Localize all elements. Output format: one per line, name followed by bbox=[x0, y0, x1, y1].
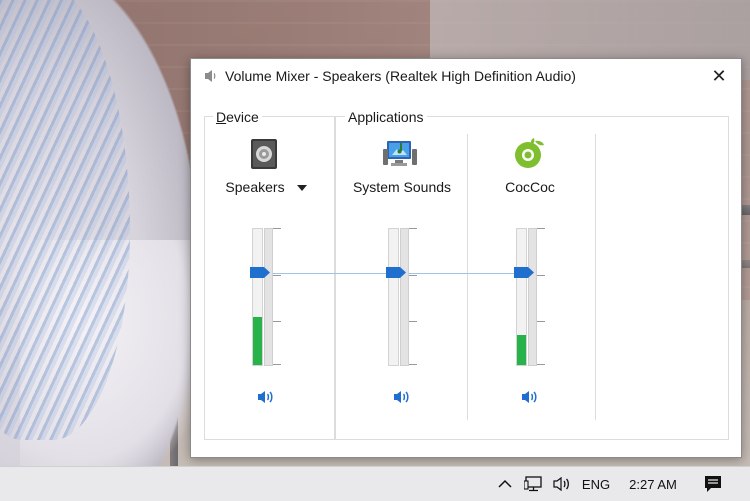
volume-icon bbox=[553, 476, 569, 492]
volume-slider-thumb[interactable] bbox=[514, 267, 534, 279]
device-group-label: Device bbox=[213, 109, 262, 125]
action-center-button[interactable] bbox=[698, 467, 728, 501]
volume-slider-thumb[interactable] bbox=[386, 267, 406, 279]
chevron-down-icon bbox=[296, 185, 307, 192]
peak-meter bbox=[388, 228, 399, 366]
slider-tick bbox=[273, 228, 281, 229]
clock-button[interactable]: 2:27 AM bbox=[620, 467, 686, 501]
taskbar: ENG 2:27 AM bbox=[0, 466, 750, 501]
volume-mixer-window: Volume Mixer - Speakers (Realtek High De… bbox=[190, 58, 742, 458]
peak-meter bbox=[516, 228, 527, 366]
peak-meter-level bbox=[517, 335, 526, 365]
speaker-volume-icon bbox=[522, 391, 537, 403]
slider-tick bbox=[537, 321, 545, 322]
speaker-device-icon[interactable] bbox=[247, 137, 281, 171]
channel-separator bbox=[595, 134, 596, 420]
device-name: Speakers bbox=[225, 179, 285, 195]
title-bar[interactable]: Volume Mixer - Speakers (Realtek High De… bbox=[191, 59, 741, 93]
mute-button[interactable] bbox=[255, 387, 277, 407]
close-icon: ✕ bbox=[711, 65, 727, 86]
speaker-volume-icon bbox=[258, 391, 273, 403]
slider-tick bbox=[409, 228, 417, 229]
slider-tick bbox=[537, 364, 545, 365]
app-name: System Sounds bbox=[352, 179, 452, 195]
slider-tick bbox=[537, 228, 545, 229]
mute-button[interactable] bbox=[391, 387, 413, 407]
slider-tick bbox=[273, 321, 281, 322]
network-button[interactable] bbox=[520, 467, 548, 501]
speaker-icon bbox=[205, 70, 216, 82]
volume-slider-track[interactable] bbox=[528, 228, 537, 366]
volume-slider-thumb[interactable] bbox=[250, 267, 270, 279]
device-dropdown[interactable]: Speakers bbox=[201, 179, 331, 195]
window-title: Volume Mixer - Speakers (Realtek High De… bbox=[225, 68, 576, 84]
speaker-volume-icon bbox=[394, 391, 409, 403]
slider-tick bbox=[409, 275, 417, 276]
system-sounds-icon bbox=[383, 141, 417, 166]
channel-speakers: Speakers bbox=[201, 135, 331, 435]
peak-meter-level bbox=[253, 317, 262, 365]
coccoc-browser-icon bbox=[515, 138, 544, 168]
slider-tick bbox=[409, 364, 417, 365]
volume-button[interactable] bbox=[550, 467, 576, 501]
network-icon bbox=[524, 476, 542, 492]
chevron-up-icon bbox=[498, 479, 512, 488]
slider-tick bbox=[537, 275, 545, 276]
volume-slider-track[interactable] bbox=[400, 228, 409, 366]
notification-icon bbox=[705, 476, 721, 492]
close-button[interactable]: ✕ bbox=[697, 59, 741, 93]
mute-button[interactable] bbox=[519, 387, 541, 407]
slider-tick bbox=[409, 321, 417, 322]
slider-tick bbox=[273, 275, 281, 276]
clock-time: 2:27 AM bbox=[629, 476, 677, 492]
input-language-button[interactable]: ENG bbox=[578, 467, 614, 501]
volume-slider-track[interactable] bbox=[264, 228, 273, 366]
app-name: CocCoc bbox=[505, 179, 555, 195]
channel-system-sounds: System Sounds bbox=[337, 135, 467, 435]
slider-tick bbox=[273, 364, 281, 365]
applications-group-label: Applications bbox=[345, 109, 427, 125]
peak-meter bbox=[252, 228, 263, 366]
show-hidden-icons-button[interactable] bbox=[492, 467, 518, 501]
channel-coccoc: CocCoc bbox=[465, 135, 595, 435]
language-indicator: ENG bbox=[581, 476, 611, 492]
